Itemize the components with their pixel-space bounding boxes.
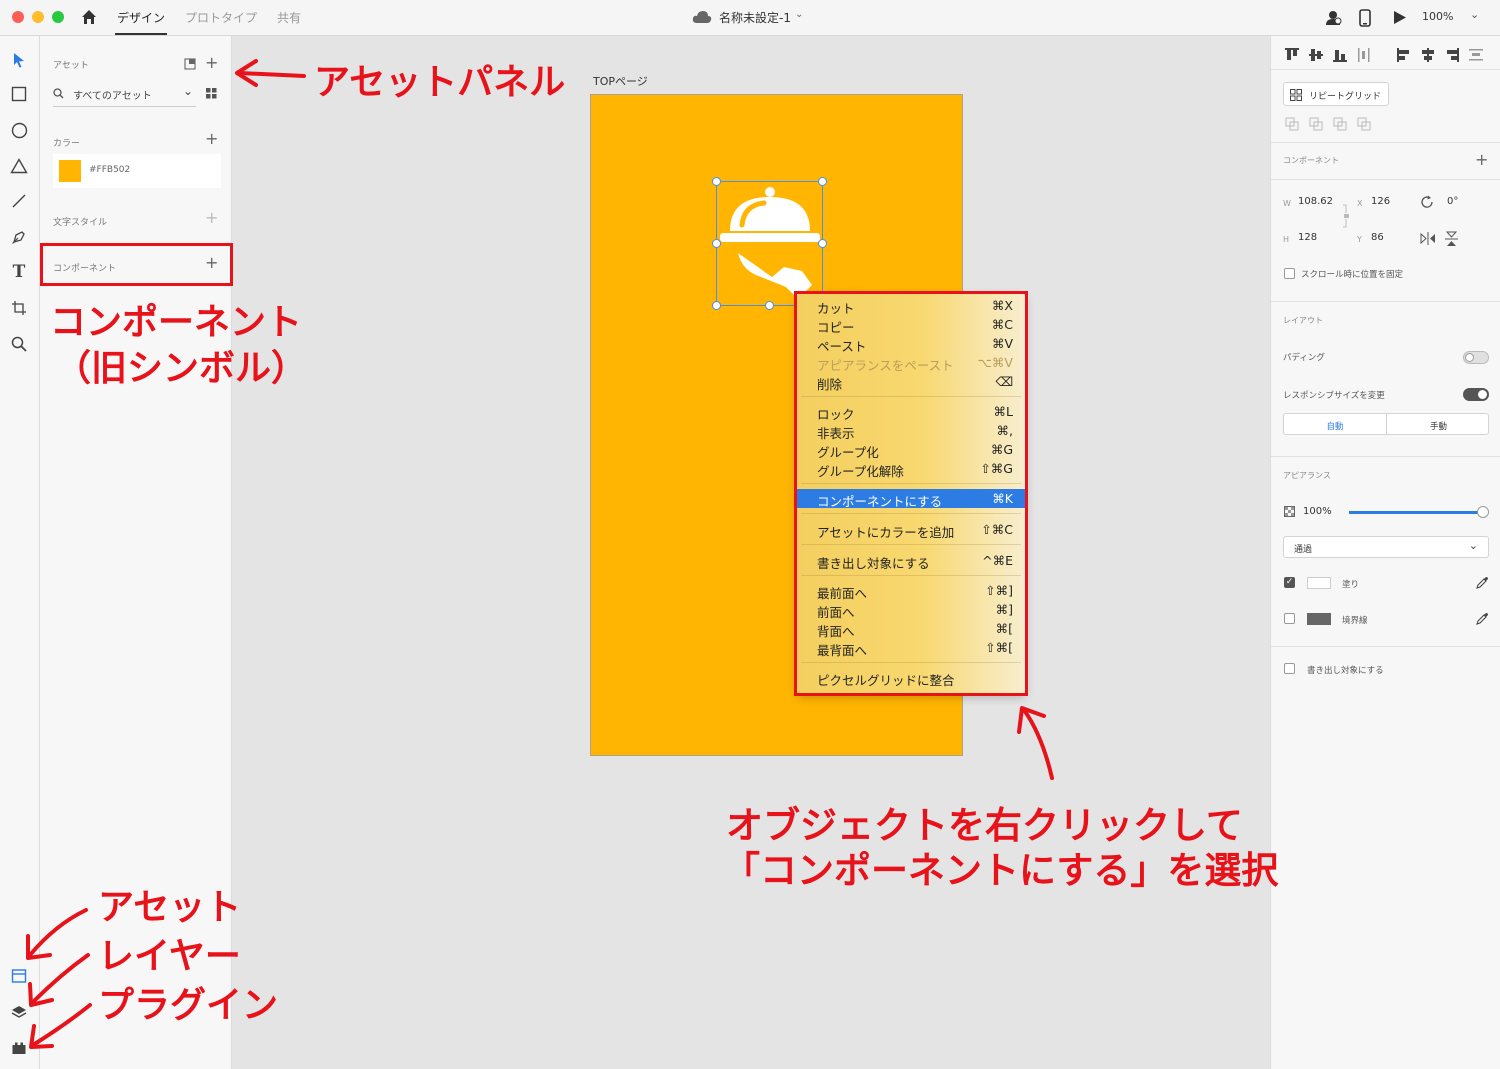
- annotation-component-line1: コンポーネント: [50, 302, 303, 343]
- annotation-right-click-line2: 「コンポーネントにする」を選択: [723, 849, 1279, 892]
- annotation-component-line2: （旧シンボル）: [55, 348, 308, 389]
- annotation-bottom-assets: アセット: [98, 887, 242, 928]
- annotation-bottom-layers: レイヤー: [98, 936, 241, 977]
- annotation-asset-panel: アセットパネル: [314, 62, 566, 103]
- annotation-bottom-plugins: プラグイン: [98, 985, 279, 1026]
